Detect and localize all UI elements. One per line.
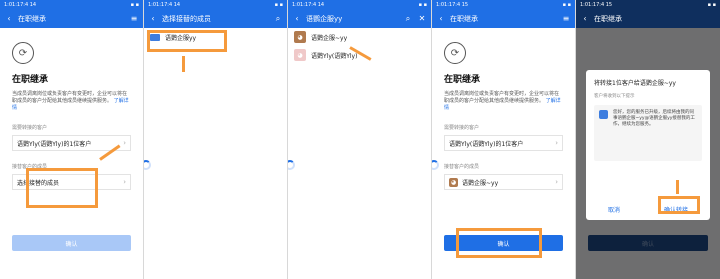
clients-value: 语鹦Yly(语鹦Yly)的1位客户 — [17, 140, 92, 148]
member-name: 语鹦Yly(语鹦Yly) — [311, 52, 358, 60]
screen-department-members: 1:01:17:4 14 ▪ ▪ ‹ 语鹦企服yy ⌕ ✕ ◕ 语鹦企服~yy … — [288, 0, 432, 279]
status-time: 1:01:17:4 14 — [4, 2, 37, 8]
highlight-receiver — [26, 168, 98, 208]
highlight-confirm-transfer — [658, 196, 700, 214]
page-body: ⟳ 在职继承 当成员调离岗位或负责客户有变更时，企业可以将在职成员的客户分配给其… — [0, 28, 143, 279]
status-bar: 1:01:17:4 15 ▪ ▪ — [432, 0, 575, 10]
member-list: ◕ 语鹦企服~yy ◕ 语鹦Yly(语鹦Yly) — [288, 28, 431, 279]
dialog-subtitle: 客户将收到以下提示 — [594, 94, 635, 99]
avatar: ◕ — [294, 31, 306, 43]
avatar: ◕ — [294, 49, 306, 61]
description-text: 当成员调离岗位或负责客户有变更时，企业可以将在职成员的客户分配给其他成员继续提供… — [444, 91, 560, 104]
callout-arrow — [676, 180, 679, 194]
inherit-user-icon: ⟳ — [444, 42, 466, 64]
inherit-user-icon: ⟳ — [12, 42, 34, 64]
clients-value: 语鹦Yly(语鹦Yly)的1位客户 — [449, 140, 524, 148]
page-description: 当成员调离岗位或负责客户有变更时，企业可以将在职成员的客户分配给其他成员继续提供… — [444, 91, 563, 112]
app-bar: ‹ 选择接替的成员 ⌕ — [144, 10, 287, 28]
status-icons: ▪ ▪ — [274, 2, 283, 8]
app-bar-title: 语鹦企服yy — [306, 15, 343, 23]
menu-icon[interactable]: ≡ — [561, 14, 571, 24]
confirm-button-disabled[interactable]: 确认 — [12, 235, 131, 251]
receiver-value: 语鹦企服~yy — [462, 179, 499, 187]
search-icon[interactable]: ⌕ — [403, 14, 413, 24]
screen-inherit-initial: 1:01:17:4 14 ▪ ▪ ‹ 在职继承 ≡ ⟳ 在职继承 当成员调离岗位… — [0, 0, 144, 279]
app-bar: ‹ 语鹦企服yy ⌕ ✕ — [288, 10, 431, 28]
chevron-right-icon: › — [555, 178, 558, 186]
back-arrow-icon[interactable]: ‹ — [148, 14, 158, 24]
clients-field[interactable]: 语鹦Yly(语鹦Yly)的1位客户 › — [444, 135, 563, 151]
close-icon[interactable]: ✕ — [417, 14, 427, 24]
status-time: 1:01:17:4 15 — [436, 2, 469, 8]
cancel-button[interactable]: 取消 — [608, 205, 620, 214]
screen-inherit-selected: 1:01:17:4 15 ▪ ▪ ‹ 在职继承 ≡ ⟳ 在职继承 当成员调离岗位… — [432, 0, 576, 279]
status-bar: 1:01:17:4 15 ▪ ▪ — [576, 0, 720, 10]
status-icons: ▪ ▪ — [707, 2, 716, 8]
message-icon — [599, 110, 608, 119]
dialog-title: 将转接1位客户给语鹦企服~yy — [594, 80, 676, 87]
chevron-right-icon: › — [123, 178, 126, 186]
highlight-department — [147, 30, 227, 52]
receiver-field[interactable]: ◕ 语鹦企服~yy › — [444, 174, 563, 190]
screen-select-member: 1:01:17:4 14 ▪ ▪ ‹ 选择接替的成员 ⌕ 语鹦企服yy — [144, 0, 288, 279]
status-time: 1:01:17:4 14 — [148, 2, 181, 8]
page-description: 当成员调离岗位或负责客户有变更时，企业可以将在职成员的客户分配给其他成员继续提供… — [12, 91, 131, 112]
clients-label: 需要转接的客户 — [12, 125, 48, 131]
app-bar: ‹ 在职继承 — [576, 10, 720, 28]
message-preview: 您好，您的服务已升级，后续将由我的同事语鹦企服~yy@语鹦企服yy接替我的工作，… — [594, 105, 702, 161]
screenshot-strip: 1:01:17:4 14 ▪ ▪ ‹ 在职继承 ≡ ⟳ 在职继承 当成员调离岗位… — [0, 0, 720, 279]
avatar: ◕ — [449, 177, 458, 187]
member-list: 语鹦企服yy — [144, 28, 287, 279]
description-text: 当成员调离岗位或负责客户有变更时，企业可以将在职成员的客户分配给其他成员继续提供… — [12, 91, 128, 104]
app-bar-title: 在职继承 — [18, 15, 46, 23]
app-bar: ‹ 在职继承 ≡ — [0, 10, 143, 28]
status-bar: 1:01:17:4 14 ▪ ▪ — [144, 0, 287, 10]
menu-icon[interactable]: ≡ — [129, 14, 139, 24]
chevron-right-icon: › — [555, 139, 558, 147]
status-icons: ▪ ▪ — [130, 2, 139, 8]
back-arrow-icon[interactable]: ‹ — [436, 14, 446, 24]
status-bar: 1:01:17:4 14 ▪ ▪ — [288, 0, 431, 10]
status-icons: ▪ ▪ — [418, 2, 427, 8]
message-text: 您好，您的服务已升级，后续将由我的同事语鹦企服~yy@语鹦企服yy接替我的工作，… — [613, 110, 695, 127]
status-time: 1:01:17:4 15 — [580, 2, 613, 8]
page-heading: 在职继承 — [12, 75, 49, 85]
status-icons: ▪ ▪ — [562, 2, 571, 8]
screen-confirm-dialog: 1:01:17:4 15 ▪ ▪ ‹ 在职继承 确认 将转接1位客户给语鹦企服~… — [576, 0, 720, 279]
app-bar-title: 在职继承 — [594, 15, 622, 23]
clients-label: 需要转接的客户 — [444, 125, 480, 131]
page-heading: 在职继承 — [444, 75, 481, 85]
status-bar: 1:01:17:4 14 ▪ ▪ — [0, 0, 143, 10]
receiver-label: 接替客户的成员 — [444, 164, 480, 170]
status-time: 1:01:17:4 14 — [292, 2, 325, 8]
search-icon[interactable]: ⌕ — [273, 14, 283, 24]
app-bar-title: 在职继承 — [450, 15, 478, 23]
back-arrow-icon[interactable]: ‹ — [292, 14, 302, 24]
back-arrow-icon[interactable]: ‹ — [4, 14, 14, 24]
app-bar-title: 选择接替的成员 — [162, 15, 211, 23]
chevron-right-icon: › — [123, 139, 126, 147]
callout-arrow — [182, 56, 185, 72]
receiver-chip: ◕ 语鹦企服~yy — [449, 177, 499, 187]
highlight-confirm — [456, 228, 542, 258]
back-arrow-icon[interactable]: ‹ — [580, 14, 590, 24]
member-name: 语鹦企服~yy — [311, 34, 348, 42]
list-item[interactable]: ◕ 语鹦企服~yy — [288, 28, 431, 46]
app-bar: ‹ 在职继承 ≡ — [432, 10, 575, 28]
